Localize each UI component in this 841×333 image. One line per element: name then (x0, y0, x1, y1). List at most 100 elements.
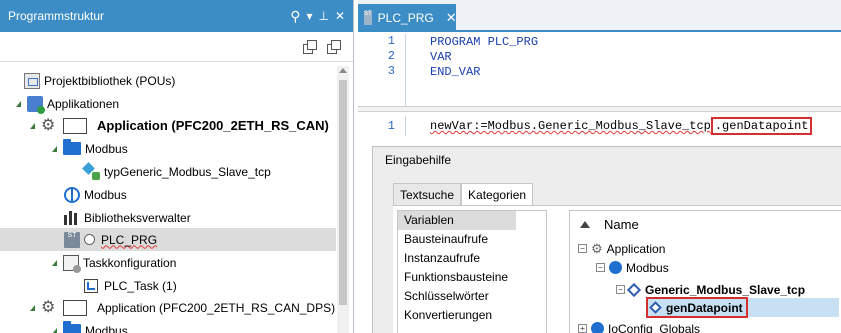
task-icon (84, 278, 98, 293)
code-line: 1 PROGRAM PLC_PRG (358, 34, 841, 49)
tree-node-modbus[interactable]: − Modbus (596, 258, 669, 277)
gear-icon: ⚙ (41, 298, 56, 316)
tree-item-modbus-type[interactable]: typGeneric_Modbus_Slave_tcp (0, 160, 336, 183)
dialog-body: Variablen Bausteinaufrufe Instanzaufrufe… (393, 205, 841, 333)
tree-item-label: PLC_PRG (101, 232, 158, 247)
highlight-box: genDatapoint (646, 297, 748, 318)
input-assistant-dialog: Eingabehilfe Textsuche Kategorien Variab… (372, 146, 841, 333)
column-header-name: Name (604, 217, 639, 232)
tree-node-application[interactable]: − ⚙ Application (578, 239, 665, 258)
st-program-icon: ST (64, 231, 80, 248)
gear-icon: ⚙ (41, 116, 56, 134)
category-item[interactable]: Konvertierungen (398, 306, 546, 325)
tree-node-label: Generic_Modbus_Slave_tcp (645, 282, 806, 297)
tab-plc-prg[interactable]: ST PLC_PRG ✕ (358, 4, 457, 32)
variable-icon (649, 301, 662, 314)
tree-item-application-dps[interactable]: ⚙ Application (PFC200_2ETH_RS_CAN_DPS) (0, 296, 336, 319)
expand-toggle-icon[interactable] (52, 145, 57, 152)
tree-node-ioconfig[interactable]: + IoConfig_Globals (578, 319, 700, 333)
tab-categories[interactable]: Kategorien (461, 183, 534, 207)
dropdown-icon[interactable]: ▾ (306, 9, 312, 23)
expand-icon[interactable]: + (578, 324, 587, 333)
tree-item-plc-prg[interactable]: ST PLC_PRG (0, 228, 336, 251)
status-box-icon (63, 299, 87, 316)
code-line: 1 newVar:=Modbus.Generic_Modbus_Slave_tc… (358, 116, 841, 136)
code-prefix: newVar:=Modbus.Generic_Modbus_Slave_tcp (430, 119, 711, 133)
module-icon (626, 282, 642, 297)
panel-title: Programmstruktur (8, 9, 105, 23)
task-config-icon (63, 254, 81, 273)
tree-item-label: typGeneric_Modbus_Slave_tcp (104, 164, 271, 179)
collapse-icon[interactable]: − (616, 285, 625, 294)
status-box-icon (63, 117, 87, 134)
tree-node-label: IoConfig_Globals (608, 321, 701, 333)
code-text: newVar:=Modbus.Generic_Modbus_Slave_tcp.… (406, 117, 813, 135)
search-icon[interactable]: ⚲ (290, 8, 300, 25)
category-item[interactable]: Funktionsbausteine (398, 268, 546, 287)
tree-item-library-manager[interactable]: Bibliotheksverwalter (0, 206, 336, 229)
globe-icon (609, 261, 622, 274)
program-structure-panel: Programmstruktur ⚲ ▾ ⊥ ✕ Projektbiblioth… (0, 0, 354, 333)
gear-icon: ⚙ (591, 240, 603, 256)
tree-item-modbus-folder[interactable]: Modbus (0, 137, 336, 160)
sort-ascending-icon[interactable] (580, 221, 590, 228)
category-item[interactable]: Variablen (398, 211, 516, 230)
scroll-thumb[interactable] (339, 80, 347, 305)
code-text: PROGRAM PLC_PRG (430, 34, 539, 49)
expand-toggle-icon[interactable] (52, 327, 57, 333)
category-item[interactable]: Bausteinaufrufe (398, 230, 546, 249)
tree-header[interactable]: Name (570, 215, 639, 234)
tree-item-modbus-folder-2[interactable]: Modbus (0, 319, 336, 333)
code-text: VAR (430, 49, 452, 64)
tree-item-label: Taskkonfiguration (83, 255, 177, 270)
tree-item-label: Modbus (85, 141, 128, 156)
collapse-icon[interactable]: − (596, 263, 605, 272)
st-file-icon: ST (364, 11, 372, 25)
editor-splitter[interactable] (358, 106, 841, 112)
category-item[interactable]: Schlüsselwörter (398, 287, 546, 306)
expand-toggle-icon[interactable] (30, 304, 35, 311)
implementation-editor[interactable]: 1 newVar:=Modbus.Generic_Modbus_Slave_tc… (358, 116, 841, 136)
tree-item-applications[interactable]: Applikationen (0, 92, 336, 115)
declaration-editor[interactable]: 1 PROGRAM PLC_PRG 2 VAR 3 END_VAR (358, 34, 841, 109)
globe-icon (591, 322, 604, 333)
panel-header: Programmstruktur ⚲ ▾ ⊥ ✕ (0, 0, 353, 32)
library-manager-icon (64, 210, 80, 225)
expand-all-icon[interactable] (303, 40, 317, 54)
category-item[interactable]: Instanzaufrufe (398, 249, 546, 268)
close-tab-icon[interactable]: ✕ (446, 10, 457, 26)
tree-item-label: Projektbibliothek (POUs) (44, 73, 176, 88)
applications-icon (27, 95, 45, 114)
tree-item-label: Applikationen (47, 96, 120, 111)
tree-node-label: Application (606, 241, 666, 256)
folder-icon (63, 139, 81, 155)
project-library-icon (24, 72, 40, 89)
collapse-all-icon[interactable] (327, 40, 341, 54)
collapse-icon[interactable]: − (578, 244, 587, 253)
folder-icon (63, 321, 81, 333)
dialog-title: Eingabehilfe (385, 153, 452, 167)
line-number: 2 (358, 49, 406, 64)
tree-item-task-config[interactable]: Taskkonfiguration (0, 251, 336, 274)
line-number: 1 (358, 116, 406, 136)
highlighted-member: .genDatapoint (710, 117, 813, 135)
tree-item-label: Application (PFC200_2ETH_RS_CAN_DPS) (97, 300, 336, 315)
tab-text-search[interactable]: Textsuche (393, 183, 462, 205)
editor-tabbar: ST PLC_PRG ✕ (358, 0, 841, 32)
tree-item-application-can[interactable]: ⚙ Application (PFC200_2ETH_RS_CAN) (0, 114, 336, 137)
header-tools: ⚲ ▾ ⊥ ✕ (290, 8, 353, 25)
status-circle-icon (84, 234, 95, 245)
scroll-up-icon[interactable] (339, 68, 347, 73)
vertical-scrollbar[interactable] (337, 66, 349, 333)
tree-item-modbus-global[interactable]: Modbus (0, 183, 336, 206)
globe-icon (64, 186, 80, 203)
tree-node-gendatapoint[interactable]: genDatapoint (646, 297, 839, 318)
expand-toggle-icon[interactable] (16, 100, 21, 107)
tree-item-plc-task[interactable]: PLC_Task (1) (0, 274, 336, 297)
expand-toggle-icon[interactable] (52, 259, 57, 266)
expand-toggle-icon[interactable] (30, 122, 35, 129)
close-icon[interactable]: ✕ (335, 9, 345, 23)
pin-icon[interactable]: ⊥ (318, 9, 328, 23)
tree-item-project-library[interactable]: Projektbibliothek (POUs) (0, 69, 336, 92)
code-line: 3 END_VAR (358, 64, 841, 79)
